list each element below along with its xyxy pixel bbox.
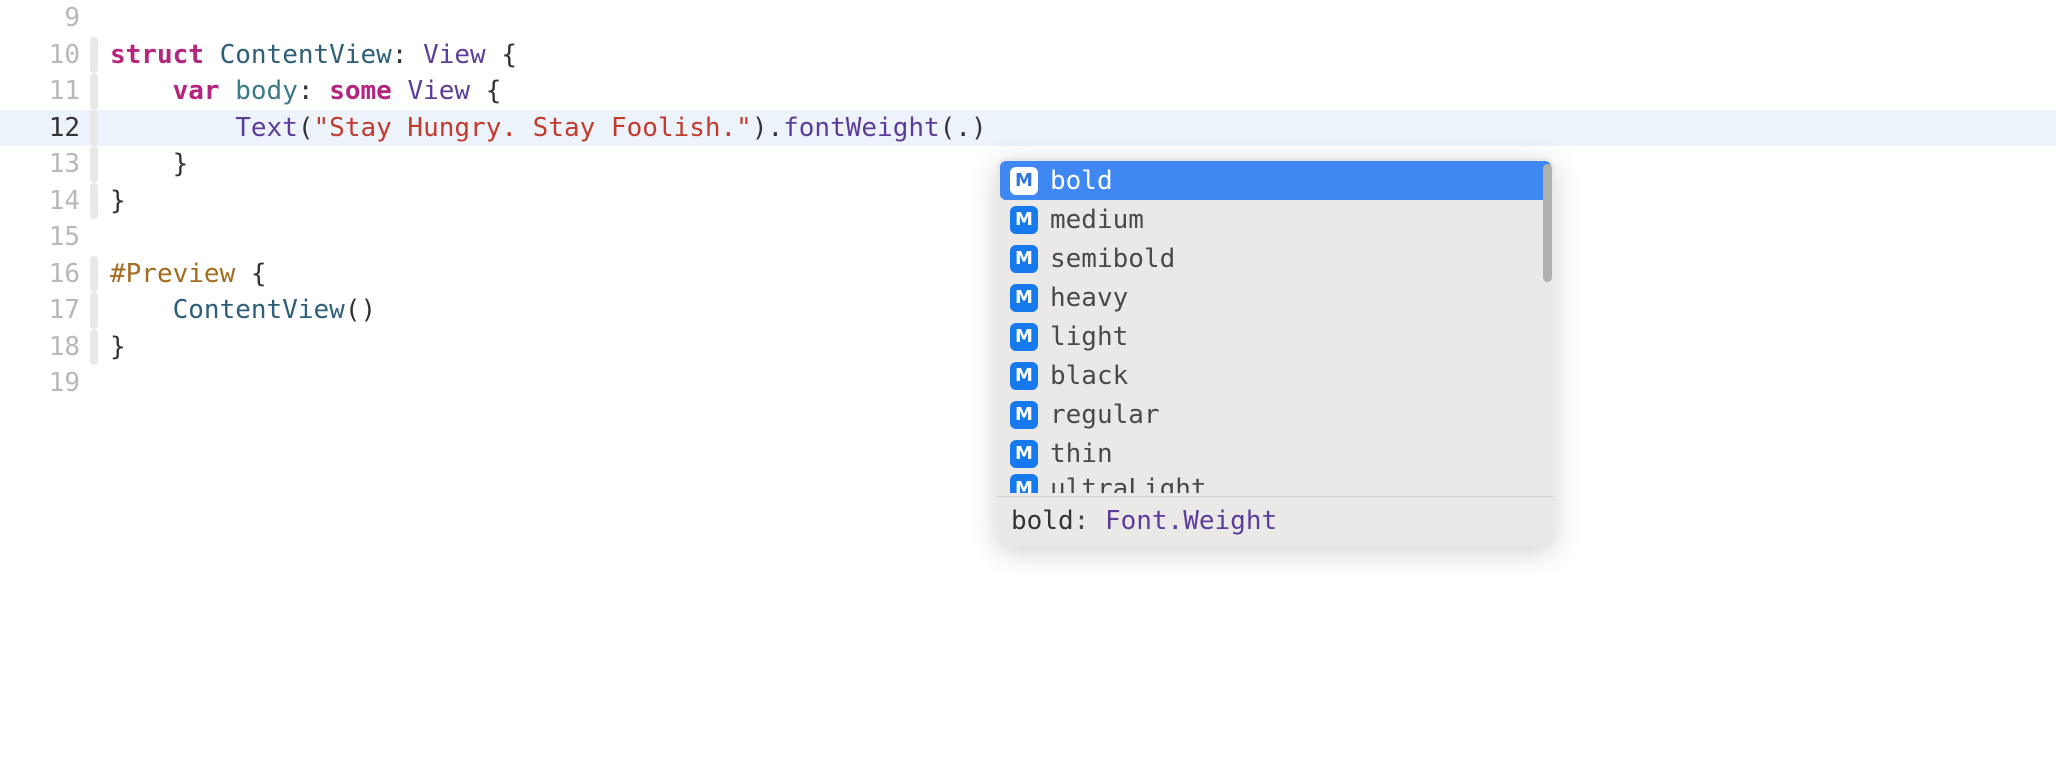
autocomplete-item-label: heavy: [1050, 283, 1128, 313]
code-content[interactable]: Text("Stay Hungry. Stay Foolish.").fontW…: [102, 110, 987, 147]
autocomplete-item-thin[interactable]: Mthin: [1000, 434, 1551, 473]
member-badge-icon: M: [1010, 440, 1038, 468]
autocomplete-list[interactable]: MboldMmediumMsemiboldMheavyMlightMblackM…: [997, 158, 1554, 496]
fold-bar[interactable]: [90, 146, 98, 183]
autocomplete-item-label: semibold: [1050, 244, 1175, 274]
line-number: 12: [0, 110, 90, 147]
autocomplete-type-info: bold: Font.Weight: [997, 496, 1554, 546]
line-number: 16: [0, 256, 90, 293]
autocomplete-item-semibold[interactable]: Msemibold: [1000, 239, 1551, 278]
line-number: 19: [0, 365, 90, 402]
code-content[interactable]: ContentView(): [102, 292, 376, 329]
autocomplete-item-label: black: [1050, 361, 1128, 391]
footer-symbol-name: bold: [1011, 506, 1074, 536]
member-badge-icon: M: [1010, 167, 1038, 195]
autocomplete-item-label: medium: [1050, 205, 1144, 235]
code-line-current[interactable]: 12 Text("Stay Hungry. Stay Foolish.").fo…: [0, 110, 2056, 147]
code-content[interactable]: }: [102, 329, 126, 366]
fold-bar[interactable]: [90, 183, 98, 220]
autocomplete-item-label: thin: [1050, 439, 1113, 469]
member-badge-icon: M: [1010, 245, 1038, 273]
autocomplete-item-bold[interactable]: Mbold: [1000, 161, 1551, 200]
member-badge-icon: M: [1010, 323, 1038, 351]
code-line[interactable]: 11 var body: some View {: [0, 73, 2056, 110]
line-number: 9: [0, 0, 90, 37]
fold-bar: [90, 365, 98, 402]
autocomplete-item-ultraLight[interactable]: MultraLight: [1000, 473, 1551, 493]
autocomplete-popup[interactable]: MboldMmediumMsemiboldMheavyMlightMblackM…: [997, 158, 1554, 546]
autocomplete-item-label: regular: [1050, 400, 1160, 430]
autocomplete-item-label: ultraLight: [1050, 474, 1207, 493]
member-badge-icon: M: [1010, 362, 1038, 390]
fold-bar[interactable]: [90, 256, 98, 293]
member-badge-icon: M: [1010, 401, 1038, 429]
code-content[interactable]: #Preview {: [102, 256, 267, 293]
member-badge-icon: M: [1010, 284, 1038, 312]
autocomplete-item-black[interactable]: Mblack: [1000, 356, 1551, 395]
fold-bar: [90, 219, 98, 256]
code-content[interactable]: }: [102, 183, 126, 220]
member-badge-icon: M: [1010, 474, 1038, 493]
fold-bar[interactable]: [90, 329, 98, 366]
line-number: 10: [0, 37, 90, 74]
autocomplete-item-regular[interactable]: Mregular: [1000, 395, 1551, 434]
fold-bar[interactable]: [90, 37, 98, 74]
code-line[interactable]: 10 struct ContentView: View {: [0, 37, 2056, 74]
fold-bar: [90, 0, 98, 37]
autocomplete-item-label: light: [1050, 322, 1128, 352]
autocomplete-item-medium[interactable]: Mmedium: [1000, 200, 1551, 239]
line-number: 11: [0, 73, 90, 110]
fold-bar[interactable]: [90, 110, 98, 147]
fold-bar[interactable]: [90, 292, 98, 329]
autocomplete-item-light[interactable]: Mlight: [1000, 317, 1551, 356]
fold-bar[interactable]: [90, 73, 98, 110]
code-content[interactable]: var body: some View {: [102, 73, 501, 110]
line-number: 17: [0, 292, 90, 329]
code-content[interactable]: struct ContentView: View {: [102, 37, 517, 74]
member-badge-icon: M: [1010, 206, 1038, 234]
code-content[interactable]: }: [102, 146, 188, 183]
autocomplete-item-label: bold: [1050, 166, 1113, 196]
line-number: 15: [0, 219, 90, 256]
scrollbar-thumb[interactable]: [1543, 164, 1552, 282]
line-number: 13: [0, 146, 90, 183]
code-line[interactable]: 9: [0, 0, 2056, 37]
line-number: 18: [0, 329, 90, 366]
autocomplete-item-heavy[interactable]: Mheavy: [1000, 278, 1551, 317]
line-number: 14: [0, 183, 90, 220]
footer-symbol-type: Font.Weight: [1105, 506, 1277, 536]
